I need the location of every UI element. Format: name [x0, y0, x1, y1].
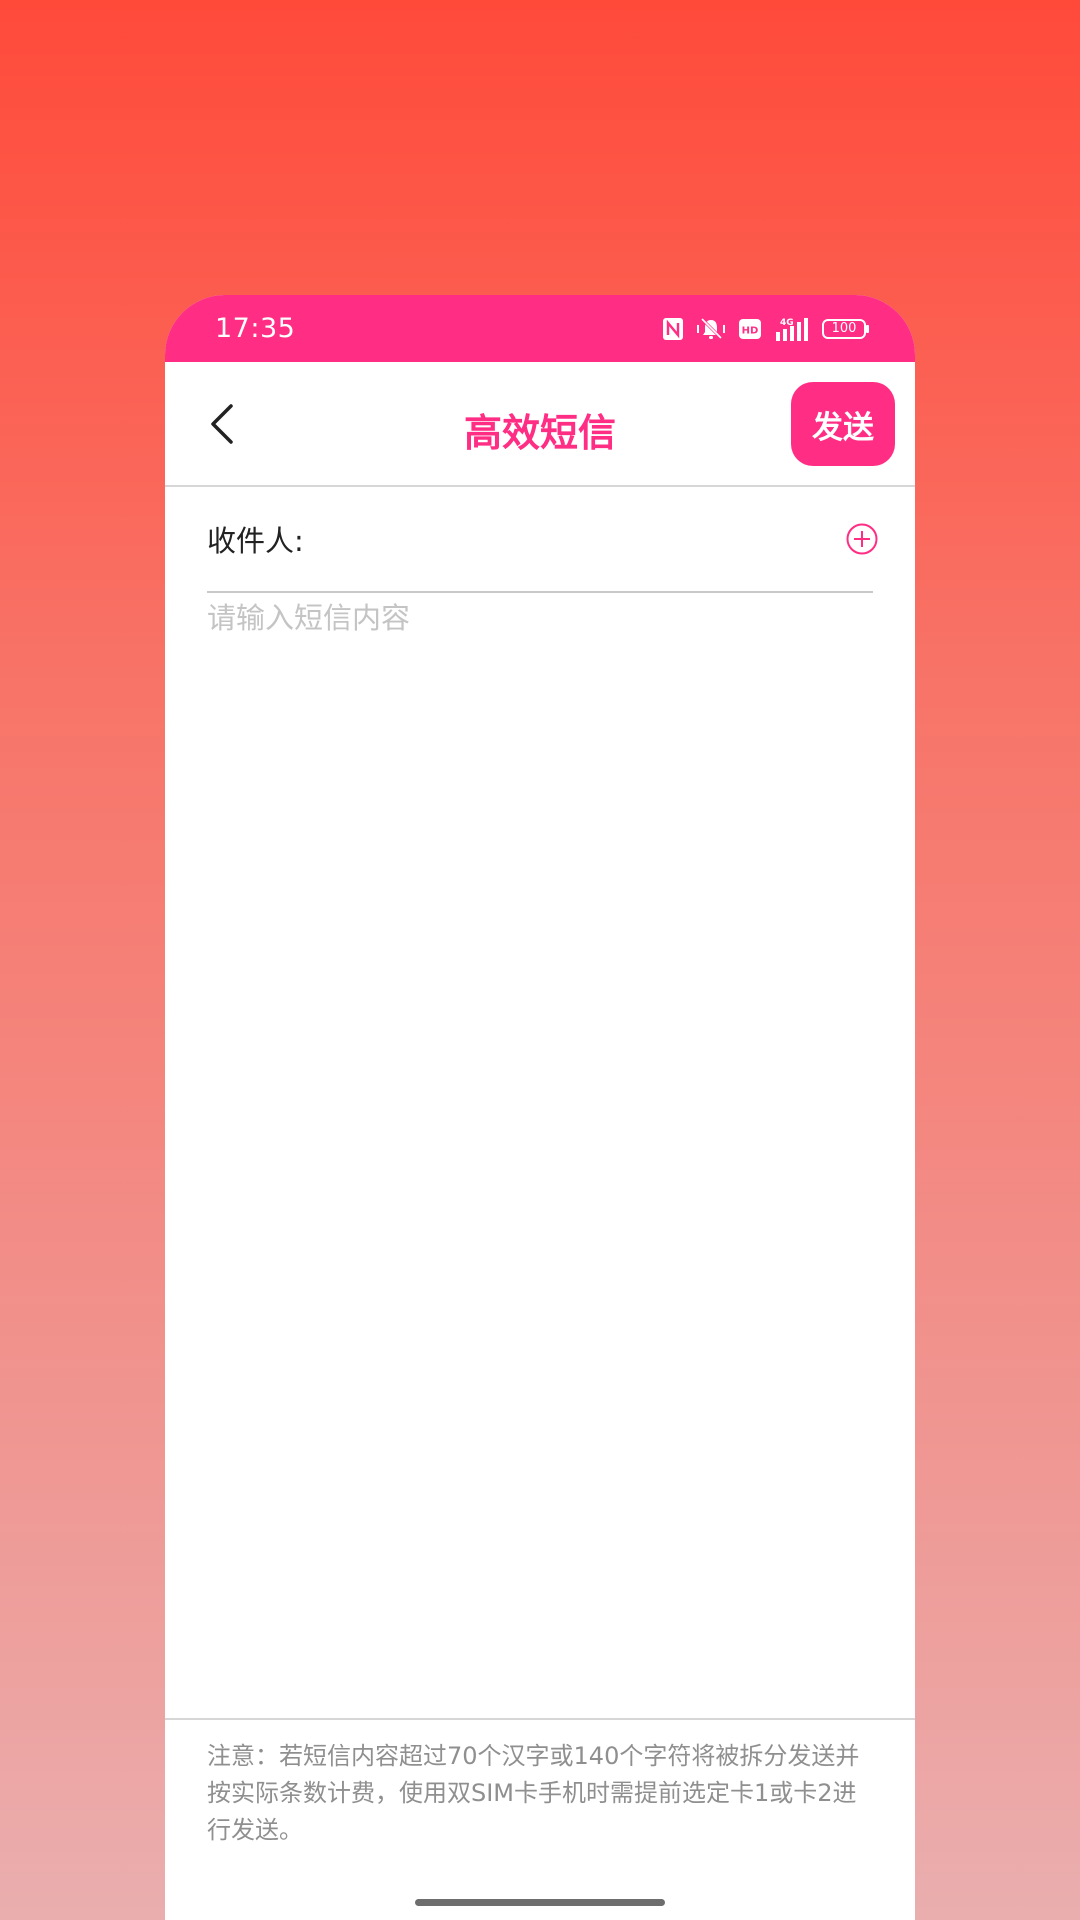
battery-icon: 100: [822, 318, 870, 340]
phone-screen: 17:35 HD 4G 100 高效短信 发送 收件人: 请输入短信内容 注意：…: [165, 295, 915, 1920]
home-indicator[interactable]: [415, 1899, 665, 1906]
signal-icon: 4G: [774, 316, 810, 342]
recipient-input[interactable]: [309, 508, 845, 570]
recipient-label: 收件人:: [207, 524, 304, 558]
mute-vibrate-icon: [696, 317, 726, 341]
status-icons: HD 4G 100: [662, 316, 870, 342]
recipient-row: 收件人:: [207, 487, 878, 593]
app-header: 高效短信 发送: [165, 362, 915, 487]
battery-level: 100: [831, 320, 857, 336]
plus-circle-icon[interactable]: [845, 522, 879, 556]
svg-text:HD: HD: [742, 325, 759, 336]
message-content-input[interactable]: [207, 595, 873, 1685]
notice-text: 注意：若短信内容超过70个汉字或140个字符将被拆分发送并按实际条数计费，使用双…: [207, 1742, 860, 1844]
status-time: 17:35: [215, 313, 296, 344]
hd-icon: HD: [738, 318, 762, 340]
message-content-area: [207, 595, 873, 1685]
notice-area: 注意：若短信内容超过70个汉字或140个字符将被拆分发送并按实际条数计费，使用双…: [165, 1718, 915, 1849]
send-button[interactable]: 发送: [791, 382, 895, 466]
nfc-icon: [662, 317, 684, 341]
status-bar: 17:35 HD 4G 100: [165, 295, 915, 362]
